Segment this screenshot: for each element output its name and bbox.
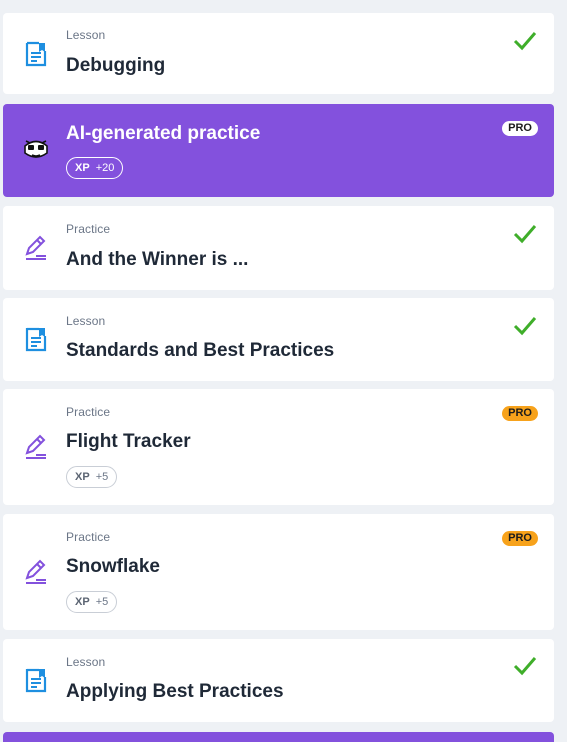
item-title: Flight Tracker: [66, 431, 191, 452]
list-item-ai-generated-practice[interactable]: AI-generated practice PRO XP +20: [3, 104, 554, 197]
item-title: Standards and Best Practices: [66, 340, 335, 361]
xp-reward-badge: XP +5: [66, 591, 118, 613]
xp-label: XP: [75, 471, 90, 483]
xp-value: +20: [95, 162, 115, 174]
check-icon: [513, 32, 537, 51]
item-kind-label: Lesson: [66, 314, 106, 328]
item-title: Applying Best Practices: [66, 681, 284, 702]
item-kind-label: Practice: [66, 405, 111, 419]
list-item-debugging[interactable]: Lesson Debugging: [3, 13, 554, 94]
check-icon: [513, 317, 537, 336]
item-kind-label: Lesson: [66, 28, 106, 42]
xp-reward-badge: XP +5: [66, 466, 118, 488]
check-icon: [513, 225, 537, 244]
xp-label: XP: [75, 596, 90, 608]
lesson-document-icon: [25, 327, 47, 352]
list-item-snowflake[interactable]: Practice Snowflake PRO XP +5: [3, 514, 554, 630]
practice-pencil-icon: [25, 434, 46, 459]
xp-reward-badge: XP +20: [66, 157, 124, 179]
xp-label: XP: [75, 162, 90, 174]
pro-badge: PRO: [502, 531, 538, 546]
practice-pencil-icon: [25, 235, 46, 260]
xp-value: +5: [95, 471, 109, 483]
item-title: Snowflake: [66, 556, 160, 577]
practice-pencil-icon: [25, 559, 46, 584]
item-title: And the Winner is ...: [66, 249, 249, 270]
lesson-document-icon: [25, 41, 47, 67]
pro-badge: PRO: [502, 121, 538, 136]
list-item-flight-tracker[interactable]: Practice Flight Tracker PRO XP +5: [3, 389, 554, 505]
xp-value: +5: [95, 596, 109, 608]
pro-badge: PRO: [502, 406, 538, 421]
item-kind-label: Practice: [66, 222, 111, 236]
lesson-document-icon: [25, 668, 47, 693]
item-kind-label: Practice: [66, 530, 111, 544]
check-icon: [513, 657, 537, 676]
list-item-standards-and-best-practices[interactable]: Lesson Standards and Best Practices: [3, 298, 554, 381]
item-title: Debugging: [66, 55, 166, 76]
list-item-and-the-winner-is[interactable]: Practice And the Winner is ...: [3, 206, 554, 290]
robot-face-icon: [24, 140, 48, 158]
item-kind-label: Lesson: [66, 655, 106, 669]
item-title: AI-generated practice: [66, 123, 261, 144]
list-item-partial[interactable]: [3, 732, 554, 742]
list-item-applying-best-practices[interactable]: Lesson Applying Best Practices: [3, 639, 554, 722]
